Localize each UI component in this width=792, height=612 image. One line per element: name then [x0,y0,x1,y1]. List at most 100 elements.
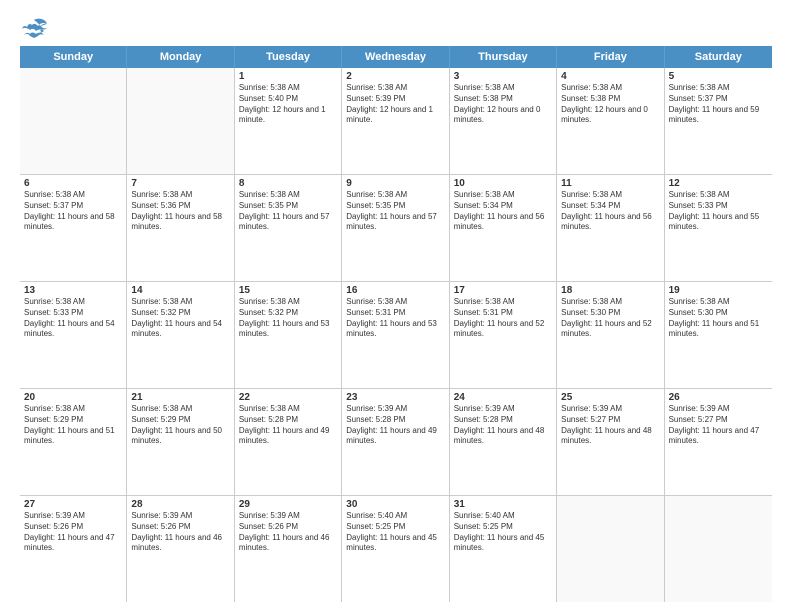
cell-info: Sunrise: 5:38 AM Sunset: 5:37 PM Dayligh… [24,190,122,233]
day-number: 17 [454,285,552,296]
calendar-cell: 8Sunrise: 5:38 AM Sunset: 5:35 PM Daylig… [235,175,342,281]
calendar-cell: 17Sunrise: 5:38 AM Sunset: 5:31 PM Dayli… [450,282,557,388]
calendar-cell: 23Sunrise: 5:39 AM Sunset: 5:28 PM Dayli… [342,389,449,495]
calendar-cell: 31Sunrise: 5:40 AM Sunset: 5:25 PM Dayli… [450,496,557,602]
calendar-cell [665,496,772,602]
calendar-cell: 21Sunrise: 5:38 AM Sunset: 5:29 PM Dayli… [127,389,234,495]
calendar-cell: 30Sunrise: 5:40 AM Sunset: 5:25 PM Dayli… [342,496,449,602]
page: SundayMondayTuesdayWednesdayThursdayFrid… [0,0,792,612]
day-number: 12 [669,178,768,189]
day-number: 10 [454,178,552,189]
calendar-cell: 15Sunrise: 5:38 AM Sunset: 5:32 PM Dayli… [235,282,342,388]
day-number: 31 [454,499,552,510]
day-number: 7 [131,178,229,189]
calendar-cell: 9Sunrise: 5:38 AM Sunset: 5:35 PM Daylig… [342,175,449,281]
day-number: 3 [454,71,552,82]
calendar-header: SundayMondayTuesdayWednesdayThursdayFrid… [20,46,772,68]
day-number: 21 [131,392,229,403]
calendar-row-5: 27Sunrise: 5:39 AM Sunset: 5:26 PM Dayli… [20,496,772,602]
calendar-cell [20,68,127,174]
header-day-saturday: Saturday [665,46,772,68]
day-number: 6 [24,178,122,189]
calendar-row-4: 20Sunrise: 5:38 AM Sunset: 5:29 PM Dayli… [20,389,772,496]
cell-info: Sunrise: 5:39 AM Sunset: 5:28 PM Dayligh… [454,404,552,447]
day-number: 8 [239,178,337,189]
cell-info: Sunrise: 5:38 AM Sunset: 5:36 PM Dayligh… [131,190,229,233]
calendar-cell: 19Sunrise: 5:38 AM Sunset: 5:30 PM Dayli… [665,282,772,388]
calendar-cell: 27Sunrise: 5:39 AM Sunset: 5:26 PM Dayli… [20,496,127,602]
cell-info: Sunrise: 5:38 AM Sunset: 5:33 PM Dayligh… [24,297,122,340]
cell-info: Sunrise: 5:38 AM Sunset: 5:30 PM Dayligh… [669,297,768,340]
header-day-thursday: Thursday [450,46,557,68]
day-number: 2 [346,71,444,82]
cell-info: Sunrise: 5:38 AM Sunset: 5:29 PM Dayligh… [131,404,229,447]
cell-info: Sunrise: 5:38 AM Sunset: 5:35 PM Dayligh… [239,190,337,233]
calendar-cell: 2Sunrise: 5:38 AM Sunset: 5:39 PM Daylig… [342,68,449,174]
cell-info: Sunrise: 5:38 AM Sunset: 5:33 PM Dayligh… [669,190,768,233]
cell-info: Sunrise: 5:38 AM Sunset: 5:32 PM Dayligh… [239,297,337,340]
cell-info: Sunrise: 5:39 AM Sunset: 5:26 PM Dayligh… [24,511,122,554]
header-day-monday: Monday [127,46,234,68]
calendar-cell: 22Sunrise: 5:38 AM Sunset: 5:28 PM Dayli… [235,389,342,495]
cell-info: Sunrise: 5:38 AM Sunset: 5:39 PM Dayligh… [346,83,444,126]
day-number: 15 [239,285,337,296]
day-number: 22 [239,392,337,403]
calendar-body: 1Sunrise: 5:38 AM Sunset: 5:40 PM Daylig… [20,68,772,602]
day-number: 28 [131,499,229,510]
calendar-cell: 7Sunrise: 5:38 AM Sunset: 5:36 PM Daylig… [127,175,234,281]
logo [20,16,50,38]
cell-info: Sunrise: 5:38 AM Sunset: 5:31 PM Dayligh… [454,297,552,340]
day-number: 27 [24,499,122,510]
calendar-cell: 1Sunrise: 5:38 AM Sunset: 5:40 PM Daylig… [235,68,342,174]
calendar-cell: 16Sunrise: 5:38 AM Sunset: 5:31 PM Dayli… [342,282,449,388]
calendar-cell: 10Sunrise: 5:38 AM Sunset: 5:34 PM Dayli… [450,175,557,281]
header [20,16,772,38]
cell-info: Sunrise: 5:39 AM Sunset: 5:26 PM Dayligh… [131,511,229,554]
calendar-cell: 5Sunrise: 5:38 AM Sunset: 5:37 PM Daylig… [665,68,772,174]
cell-info: Sunrise: 5:38 AM Sunset: 5:38 PM Dayligh… [561,83,659,126]
calendar-cell [557,496,664,602]
day-number: 20 [24,392,122,403]
day-number: 9 [346,178,444,189]
calendar-row-1: 1Sunrise: 5:38 AM Sunset: 5:40 PM Daylig… [20,68,772,175]
logo-icon [20,16,48,38]
cell-info: Sunrise: 5:38 AM Sunset: 5:31 PM Dayligh… [346,297,444,340]
calendar-cell: 29Sunrise: 5:39 AM Sunset: 5:26 PM Dayli… [235,496,342,602]
calendar-cell: 18Sunrise: 5:38 AM Sunset: 5:30 PM Dayli… [557,282,664,388]
day-number: 16 [346,285,444,296]
cell-info: Sunrise: 5:39 AM Sunset: 5:26 PM Dayligh… [239,511,337,554]
cell-info: Sunrise: 5:39 AM Sunset: 5:27 PM Dayligh… [561,404,659,447]
cell-info: Sunrise: 5:39 AM Sunset: 5:27 PM Dayligh… [669,404,768,447]
day-number: 29 [239,499,337,510]
calendar-cell: 6Sunrise: 5:38 AM Sunset: 5:37 PM Daylig… [20,175,127,281]
calendar-cell: 3Sunrise: 5:38 AM Sunset: 5:38 PM Daylig… [450,68,557,174]
day-number: 13 [24,285,122,296]
cell-info: Sunrise: 5:38 AM Sunset: 5:34 PM Dayligh… [561,190,659,233]
calendar-cell: 14Sunrise: 5:38 AM Sunset: 5:32 PM Dayli… [127,282,234,388]
calendar-cell [127,68,234,174]
day-number: 25 [561,392,659,403]
cell-info: Sunrise: 5:38 AM Sunset: 5:30 PM Dayligh… [561,297,659,340]
cell-info: Sunrise: 5:40 AM Sunset: 5:25 PM Dayligh… [346,511,444,554]
calendar-cell: 25Sunrise: 5:39 AM Sunset: 5:27 PM Dayli… [557,389,664,495]
header-day-friday: Friday [557,46,664,68]
cell-info: Sunrise: 5:38 AM Sunset: 5:37 PM Dayligh… [669,83,768,126]
cell-info: Sunrise: 5:38 AM Sunset: 5:29 PM Dayligh… [24,404,122,447]
calendar-row-2: 6Sunrise: 5:38 AM Sunset: 5:37 PM Daylig… [20,175,772,282]
day-number: 5 [669,71,768,82]
day-number: 11 [561,178,659,189]
day-number: 24 [454,392,552,403]
cell-info: Sunrise: 5:38 AM Sunset: 5:28 PM Dayligh… [239,404,337,447]
cell-info: Sunrise: 5:40 AM Sunset: 5:25 PM Dayligh… [454,511,552,554]
cell-info: Sunrise: 5:38 AM Sunset: 5:34 PM Dayligh… [454,190,552,233]
calendar-cell: 13Sunrise: 5:38 AM Sunset: 5:33 PM Dayli… [20,282,127,388]
calendar-cell: 24Sunrise: 5:39 AM Sunset: 5:28 PM Dayli… [450,389,557,495]
calendar-cell: 4Sunrise: 5:38 AM Sunset: 5:38 PM Daylig… [557,68,664,174]
day-number: 4 [561,71,659,82]
calendar-row-3: 13Sunrise: 5:38 AM Sunset: 5:33 PM Dayli… [20,282,772,389]
cell-info: Sunrise: 5:38 AM Sunset: 5:35 PM Dayligh… [346,190,444,233]
cell-info: Sunrise: 5:39 AM Sunset: 5:28 PM Dayligh… [346,404,444,447]
day-number: 26 [669,392,768,403]
cell-info: Sunrise: 5:38 AM Sunset: 5:38 PM Dayligh… [454,83,552,126]
header-day-tuesday: Tuesday [235,46,342,68]
